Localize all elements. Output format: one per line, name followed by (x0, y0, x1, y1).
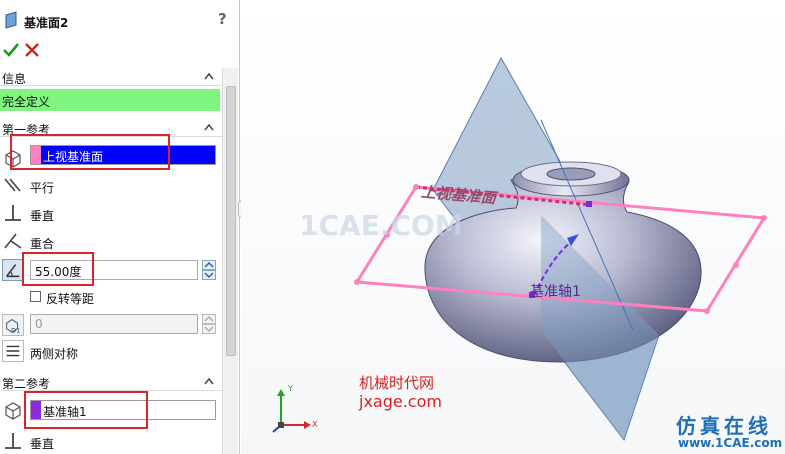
brand-name: 仿真在线 (676, 414, 772, 438)
collapse-chevron-icon[interactable] (204, 123, 214, 131)
triad-x-label: X (312, 420, 318, 429)
perpendicular-option[interactable]: 垂直 (30, 207, 54, 224)
coordinate-triad (272, 389, 311, 433)
reference-color-swatch (31, 401, 41, 419)
collapse-chevron-icon[interactable] (204, 377, 214, 385)
panel-content: 信息 完全定义 第一参考 上视基准面 平行 垂直 重合 55.00度 反转等距 … (0, 68, 222, 454)
second-reference-value: 基准轴1 (43, 405, 87, 419)
axis-label: 基准轴1 (530, 284, 581, 300)
reference-cube-icon (5, 150, 21, 168)
perpendicular-icon[interactable] (2, 430, 24, 452)
ok-check-icon[interactable] (3, 42, 19, 58)
watermark-site-cn: 机械时代网 (359, 374, 435, 392)
reference-cube-icon (5, 402, 21, 420)
first-reference-value: 上视基准面 (43, 150, 104, 164)
graphics-viewport[interactable]: 上视基准面 基准轴1 1CAE.COM 机械时代网 jxage.com Y X … (241, 0, 785, 454)
title-bar: 基准面2 ? (0, 0, 239, 38)
first-reference-header[interactable]: 第一参考 (0, 119, 222, 137)
help-icon[interactable]: ? (218, 10, 227, 28)
plane-handle[interactable] (354, 279, 360, 285)
panel-scrollbar[interactable] (222, 68, 238, 454)
watermark-site-url: jxage.com (359, 392, 442, 411)
flip-offset-checkbox[interactable] (30, 291, 41, 302)
symmetric-option[interactable]: 两侧对称 (30, 345, 78, 362)
second-reference-field[interactable]: 基准轴1 (30, 400, 216, 420)
angle-spinner[interactable] (202, 260, 216, 280)
info-section-header[interactable]: 信息 (0, 68, 222, 86)
coincident-icon[interactable] (2, 230, 24, 252)
first-reference-title: 第一参考 (2, 123, 51, 137)
second-reference-title: 第二参考 (2, 377, 51, 391)
svg-text:D1: D1 (11, 327, 20, 334)
info-section-title: 信息 (2, 72, 27, 86)
distance-spinner[interactable] (202, 314, 216, 334)
plane-handle[interactable] (413, 184, 419, 190)
plane-handle[interactable] (761, 215, 767, 221)
watermark-1cae: 1CAE.COM (299, 209, 463, 242)
angle-input[interactable]: 55.00度 (30, 260, 198, 280)
distance-icon[interactable]: D1 (2, 314, 24, 336)
second-reference-header[interactable]: 第二参考 (0, 373, 222, 391)
brand-url: www.1CAE.com (678, 436, 783, 450)
axis-point (586, 201, 592, 207)
parallel-option[interactable]: 平行 (30, 179, 54, 196)
distance-input[interactable]: 0 (30, 314, 198, 334)
perpendicular-icon[interactable] (2, 202, 24, 224)
parallel-icon[interactable] (2, 174, 24, 196)
status-badge: 完全定义 (0, 89, 220, 111)
symmetric-icon[interactable] (2, 340, 24, 362)
property-manager: 基准面2 ? 信息 完全定义 第一参考 上视基准面 平行 垂直 重合 55.00… (0, 0, 240, 454)
feature-title: 基准面2 (24, 16, 69, 30)
scrollbar-thumb[interactable] (226, 86, 236, 356)
first-reference-field[interactable]: 上视基准面 (30, 145, 216, 165)
collapse-chevron-icon[interactable] (204, 72, 214, 80)
reference-color-swatch (31, 146, 41, 164)
flip-offset-label: 反转等距 (46, 292, 95, 306)
plane-handle[interactable] (704, 308, 710, 314)
angle-icon[interactable] (2, 259, 24, 281)
coincident-option[interactable]: 重合 (30, 235, 54, 252)
triad-y-label: Y (288, 384, 293, 393)
second-perpendicular-option[interactable]: 垂直 (30, 435, 54, 452)
cancel-x-icon[interactable] (25, 43, 39, 57)
plane-feature-icon (5, 11, 17, 29)
plane-handle[interactable] (733, 262, 739, 268)
vase-opening (546, 167, 596, 181)
